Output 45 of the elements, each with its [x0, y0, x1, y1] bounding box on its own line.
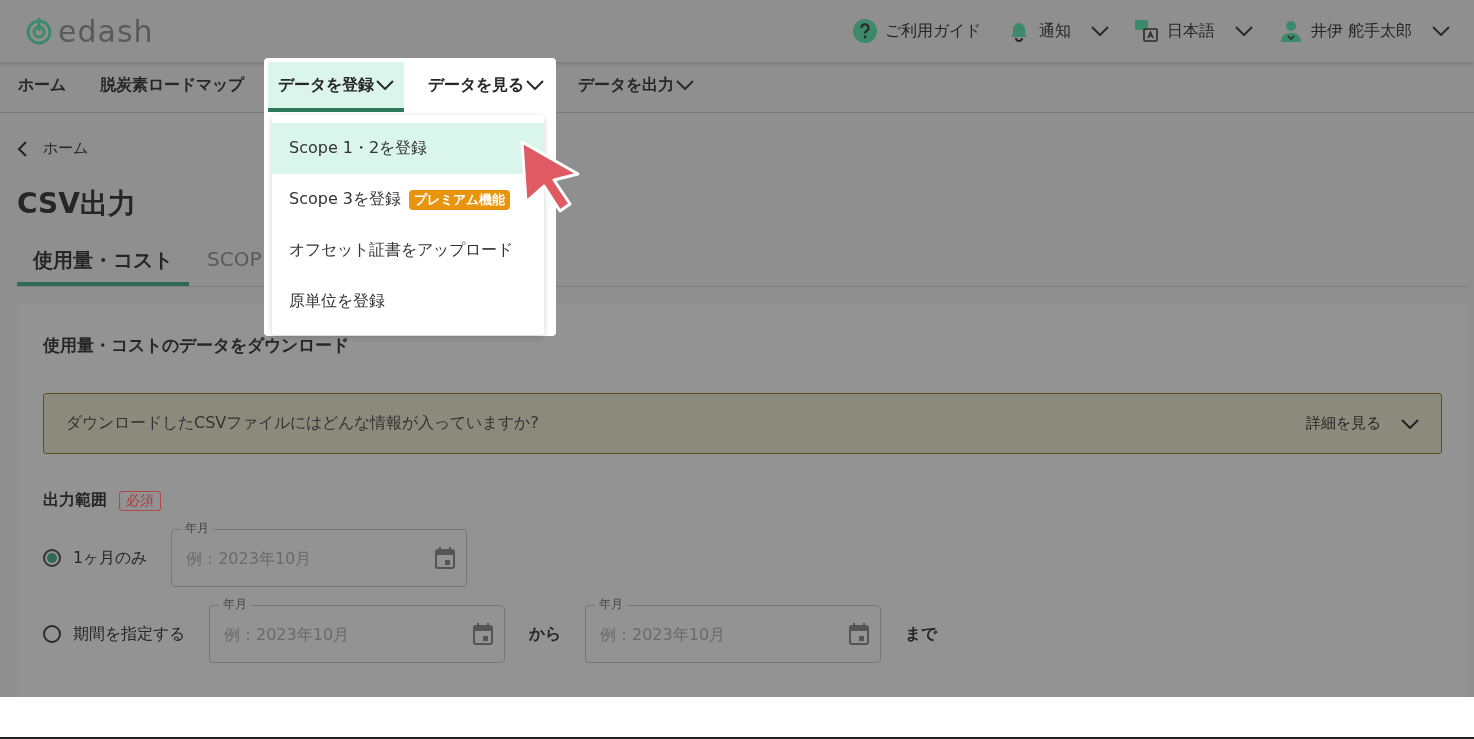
user-icon [1278, 19, 1303, 43]
power-icon [26, 17, 52, 45]
radio-button[interactable] [43, 549, 61, 567]
info-panel[interactable]: ダウンロードしたCSVファイルにはどんな情報が入っていますか? 詳細を見る [43, 393, 1442, 454]
tab[interactable]: 使用量・コスト [17, 247, 189, 286]
header-menu[interactable]: 通知 [1006, 19, 1109, 43]
menu-item[interactable]: オフセット証書をアップロード [272, 225, 544, 276]
radio-option[interactable]: 1ヶ月のみ [43, 547, 148, 569]
nav-tab[interactable]: 脱炭素ロードマップ [90, 62, 254, 112]
menu-item[interactable]: Scope 1・2を登録 [272, 123, 544, 174]
field-label: 出力範囲 [43, 490, 107, 511]
required-badge: 必須 [119, 490, 161, 511]
nav-tab[interactable]: データを見る [418, 62, 554, 112]
premium-badge: プレミアム機能 [409, 189, 510, 210]
help-icon [852, 19, 877, 43]
card-title: 使用量・コストのデータをダウンロード [43, 334, 350, 357]
back-link[interactable]: ホーム [17, 139, 88, 158]
calendar-icon [473, 623, 493, 645]
menu-label: ご利用ガイド [884, 20, 981, 42]
header-menu[interactable]: 井伊 舵手太郎 [1278, 19, 1450, 43]
menu-label: 日本語 [1166, 20, 1215, 42]
menu-item[interactable]: 原単位を登録 [272, 276, 544, 327]
radio-option[interactable]: 期間を指定する [43, 623, 185, 645]
range-separator: から [529, 623, 561, 645]
menu-label: 通知 [1038, 20, 1071, 42]
menu-item[interactable]: Scope 3を登録 プレミアム機能 [272, 174, 544, 225]
page-title: CSV出力 [17, 186, 136, 222]
nav-tab[interactable]: データを出力 [568, 62, 704, 112]
menu-label: 井伊 舵手太郎 [1310, 20, 1412, 42]
header-menu[interactable]: ご利用ガイド [852, 19, 981, 43]
calendar-icon [849, 623, 869, 645]
calendar-icon [435, 547, 456, 569]
field-label: 年月 [595, 596, 627, 612]
chevron-down-icon [1401, 418, 1419, 429]
nav-tab[interactable]: データを登録 [268, 62, 404, 112]
back-icon [17, 140, 27, 157]
header-menu[interactable]: 日本語 [1134, 19, 1253, 43]
details-link[interactable]: 詳細を見る [1306, 414, 1381, 433]
range-separator: まで [905, 623, 937, 645]
nav-tab[interactable]: ホーム [8, 62, 76, 112]
field-label: 年月 [181, 520, 214, 536]
radio-button[interactable] [43, 625, 61, 643]
field-label: 年月 [219, 596, 251, 612]
info-text: ダウンロードしたCSVファイルにはどんな情報が入っていますか? [66, 413, 539, 434]
translate-icon [1134, 19, 1159, 43]
